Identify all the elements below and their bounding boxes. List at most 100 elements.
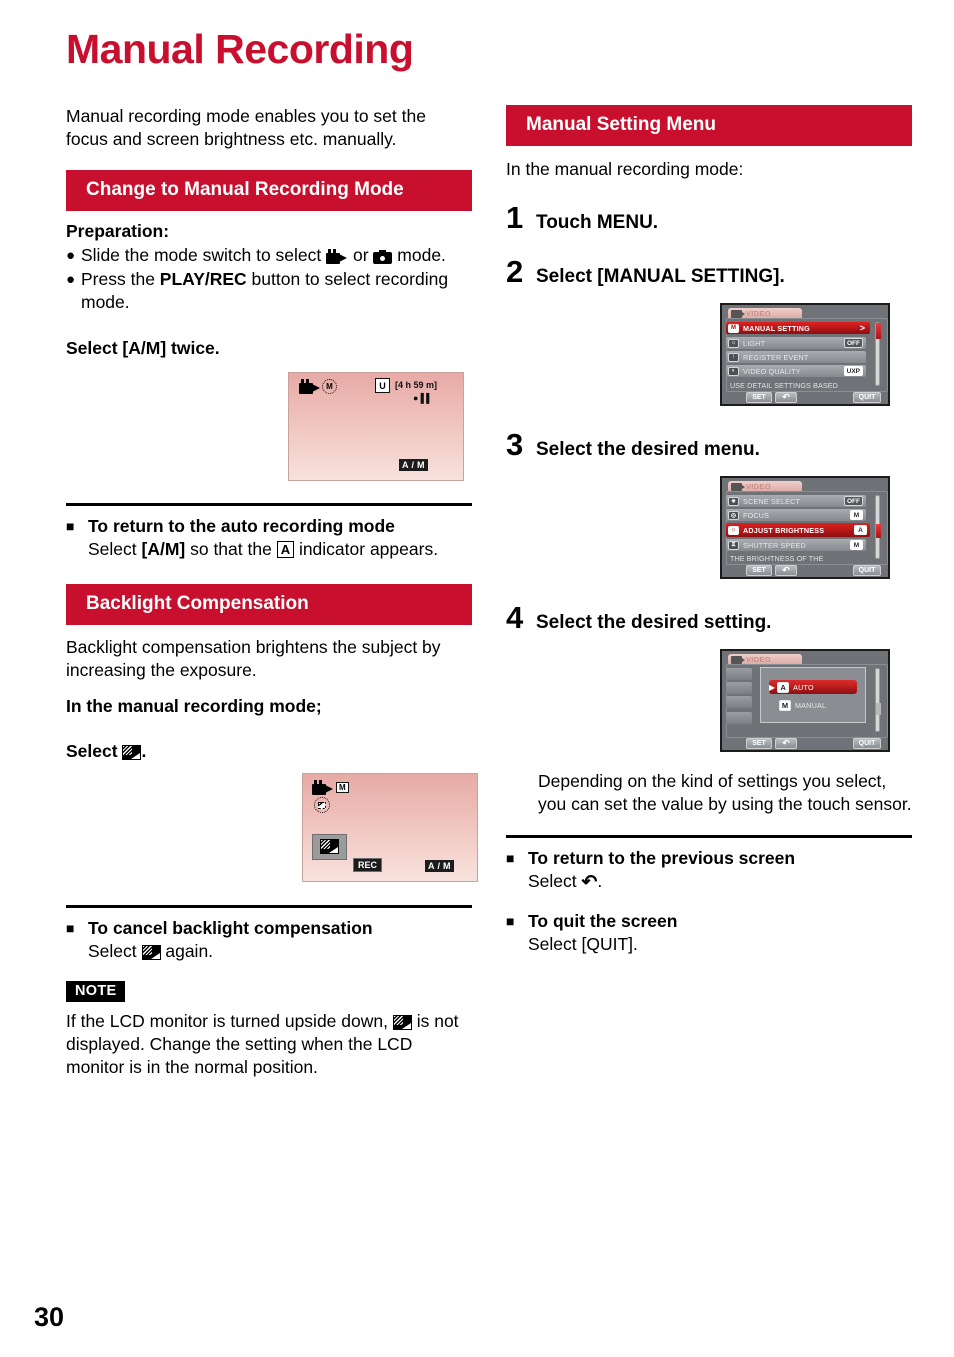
menu2-tab-label: VIDEO [746, 482, 771, 491]
lcd1-mode-badge: M [322, 379, 337, 394]
menu3-scrollbar[interactable] [875, 668, 881, 732]
lcd2-am-button[interactable]: A / M [425, 860, 454, 872]
note-body: If the LCD monitor is turned upside down… [66, 1010, 472, 1079]
menu2-row-scene-select[interactable]: ✷ SCENE SELECT OFF [726, 495, 866, 507]
select-am-twice-instruction: Select [A/M] twice. [66, 338, 220, 358]
menu1-hint-text: USE DETAIL SETTINGS BASED [730, 381, 838, 390]
backlight-icon-small [318, 801, 326, 809]
lcd2-backlight-button[interactable] [312, 834, 347, 860]
menu1-row-light[interactable]: ☼ LIGHT OFF [726, 337, 866, 349]
section-header-backlight-compensation: Backlight Compensation [66, 584, 472, 625]
divider-rule [66, 503, 472, 506]
video-tab-icon [731, 309, 745, 318]
menu1-row-register-event[interactable]: ↑ REGISTER EVENT [726, 351, 866, 363]
menu2-row-2-value: A [854, 525, 867, 535]
video-tab-icon [731, 655, 745, 664]
bullet1-text-c: mode. [392, 245, 446, 265]
step-3-label: Select the desired menu. [536, 439, 760, 460]
prev-text-1: Select [528, 871, 582, 891]
menu1-scrollbar[interactable] [875, 322, 881, 386]
menu1-row-1-value: OFF [844, 338, 863, 348]
cancel-backlight-body: Select again. [66, 940, 472, 963]
preparation-label: Preparation: [66, 221, 170, 241]
select-backlight-icon-instruction: Select . [66, 740, 472, 763]
depending-note: Depending on the kind of settings you se… [538, 771, 912, 814]
menu3-dim-row-2 [726, 682, 752, 694]
step-4-label: Select the desired setting. [536, 612, 772, 633]
chevron-right-icon: > [859, 323, 865, 333]
manual-badge-icon: M [779, 699, 791, 711]
menu1-quit-button[interactable]: QUIT [853, 392, 881, 403]
menu1-row-video-quality[interactable]: ◐ VIDEO QUALITY UXP [726, 365, 866, 377]
menu2-row-focus[interactable]: ◎ FOCUS M [726, 509, 866, 521]
heading-return-previous-label: To return to the previous screen [528, 848, 796, 868]
quit-screen-body: Select [QUIT]. [528, 934, 638, 954]
menu2-row-0-label: SCENE SELECT [743, 496, 801, 506]
bullet2-text-a: Press the [81, 269, 160, 289]
left-column: Manual recording mode enables you to set… [66, 105, 478, 1079]
menu3-dim-row-4 [726, 712, 752, 724]
menu3-button-bar: SET ↶ QUIT [722, 737, 888, 750]
lcd2-am-m: M [440, 860, 454, 872]
select-period: . [141, 741, 147, 761]
focus-icon: ◎ [728, 510, 739, 520]
menu1-back-button[interactable]: ↶ [775, 392, 797, 403]
lcd1-am-button[interactable]: A / M [399, 459, 428, 471]
right-column: Manual Setting Menu In the manual record… [506, 105, 912, 956]
menu1-row-0-label: MANUAL SETTING [743, 323, 810, 333]
lcd1-time-remaining: [4 h 59 m] [395, 380, 438, 390]
scene-select-icon: ✷ [728, 496, 739, 506]
menu2-back-button[interactable]: ↶ [775, 565, 797, 576]
menu3-set-button[interactable]: SET [746, 738, 772, 749]
section-header-change-to-manual: Change to Manual Recording Mode [66, 170, 472, 211]
menu2-quit-button[interactable]: QUIT [853, 565, 881, 576]
camcorder-mode-icon [326, 249, 348, 264]
light-icon: ☼ [728, 338, 739, 348]
return-previous-body: Select ↶. [506, 870, 912, 894]
heading-cancel-backlight: ■ To cancel backlight compensation [66, 917, 472, 940]
step-3: 3 Select the desired menu. [506, 429, 912, 462]
menu3-option-auto[interactable]: ▶ A AUTO [769, 680, 857, 694]
backlight-compensation-icon [392, 1015, 412, 1030]
menu2-row-shutter-speed[interactable]: ⧖ SHUTTER SPEED M [726, 539, 866, 551]
cancel-text-2: again. [160, 941, 214, 961]
lcd2-am-a: A [425, 860, 438, 872]
menu2-row-1-value: M [850, 510, 863, 520]
menu2-row-3-label: SHUTTER SPEED [743, 540, 806, 550]
menu1-row-manual-setting[interactable]: M MANUAL SETTING > [726, 322, 870, 334]
menu3-option-manual[interactable]: M MANUAL [769, 698, 857, 712]
menu3-scroll-thumb[interactable] [876, 703, 881, 715]
step-4-number: 4 [506, 600, 524, 635]
menu1-row-3-label: VIDEO QUALITY [743, 366, 801, 376]
menu1-tab-label: VIDEO [746, 309, 771, 318]
lcd-screen-backlight: M REC A / M [302, 773, 478, 882]
camcorder-icon [299, 379, 321, 394]
am-key-label: [A/M] [141, 539, 186, 559]
bullet-slide-mode-switch: ● Slide the mode switch to select or mod… [66, 244, 472, 267]
step-1-number: 1 [506, 200, 524, 235]
menu2-row-adjust-brightness[interactable]: ☼ ADJUST BRIGHTNESS A [726, 523, 870, 537]
backlight-description: Backlight compensation brightens the sub… [66, 637, 441, 680]
bullet-dot-icon: ● [66, 271, 76, 288]
menu2-scroll-thumb[interactable] [876, 524, 881, 538]
step-1-label: Touch MENU. [536, 212, 659, 233]
menu2-scrollbar[interactable] [875, 495, 881, 559]
lcd2-mode-indicator: M [312, 780, 349, 795]
menu-screenshot-adjust-brightness: VIDEO ✷ SCENE SELECT OFF ◎ FOCUS M ☼ ADJ… [720, 476, 890, 579]
manual-setting-icon: M [728, 323, 739, 333]
menu3-quit-button[interactable]: QUIT [853, 738, 881, 749]
menu2-set-button[interactable]: SET [746, 565, 772, 576]
menu3-back-button[interactable]: ↶ [775, 738, 797, 749]
menu3-option-1-label: MANUAL [795, 700, 827, 710]
play-rec-button-name: PLAY/REC [159, 269, 247, 289]
menu2-row-1-label: FOCUS [743, 510, 770, 520]
auto-badge-icon: A [777, 681, 790, 693]
lcd1-am-a: A [399, 459, 412, 471]
lcd-screen-manual-mode: M U [4 h 59 m] ●▐▐ A / M [288, 372, 464, 481]
step-2-number: 2 [506, 254, 524, 289]
square-bullet-icon: ■ [506, 850, 515, 866]
menu1-scroll-thumb[interactable] [876, 323, 881, 339]
divider-rule [66, 905, 472, 908]
menu1-set-button[interactable]: SET [746, 392, 772, 403]
page-number: 30 [34, 1302, 65, 1332]
